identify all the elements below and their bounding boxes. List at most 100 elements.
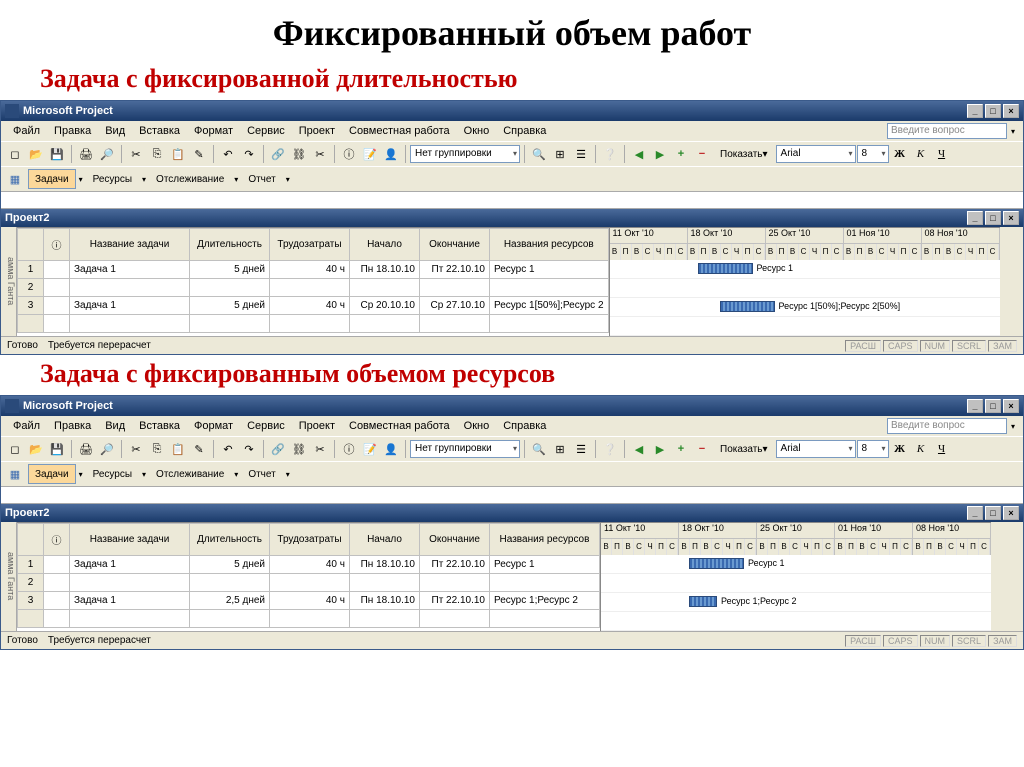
undo-button[interactable] [218,439,238,459]
new-button[interactable] [5,439,25,459]
menu-format[interactable]: Формат [188,123,239,139]
menu-view[interactable]: Вид [99,418,131,434]
table-row[interactable]: 2 [18,574,600,592]
zoom-button[interactable] [529,439,549,459]
menu-tools[interactable]: Сервис [241,418,291,434]
format-painter-button[interactable]: ✎ [189,439,209,459]
gantt-row[interactable]: Ресурс 1[50%];Ресурс 2[50%] [610,298,1000,317]
outdent-button[interactable] [629,439,649,459]
copy-button[interactable] [147,144,167,164]
save-button[interactable] [47,144,67,164]
views-list-icon[interactable]: ▦ [5,169,25,189]
doc-close-button[interactable]: × [1003,211,1019,225]
new-button[interactable] [5,144,25,164]
split-task-button[interactable]: ✂ [310,144,330,164]
menu-insert[interactable]: Вставка [133,123,186,139]
menu-edit[interactable]: Правка [48,418,97,434]
save-button[interactable] [47,439,67,459]
help-dropdown-icon[interactable]: ▾ [1009,422,1017,431]
collapse-button[interactable] [692,439,712,459]
menu-project[interactable]: Проект [293,418,341,434]
maximize-button[interactable]: □ [985,104,1001,118]
doc-title-bar[interactable]: Проект2 _ □ × [1,209,1023,227]
table-row[interactable] [18,610,600,628]
menu-collab[interactable]: Совместная работа [343,418,456,434]
assign-resources-button[interactable]: 👤 [381,144,401,164]
menu-help[interactable]: Справка [497,418,552,434]
print-preview-button[interactable]: 🔎 [97,439,117,459]
table-row[interactable]: 3Задача 15 дней40 чСр 20.10.10Ср 27.10.1… [18,297,609,315]
indent-button[interactable] [650,439,670,459]
table-row[interactable]: 1Задача 15 дней40 чПн 18.10.10Пт 22.10.1… [18,261,609,279]
table-row[interactable]: 3Задача 12,5 дней40 чПн 18.10.10Пт 22.10… [18,592,600,610]
gantt-chart[interactable]: 11 Окт '10ВПВСЧПС18 Окт '10ВПВСЧПС25 Окт… [610,228,1000,336]
resources-tab[interactable]: Ресурсы [86,464,139,484]
views-list-icon[interactable]: ▦ [5,464,25,484]
menu-file[interactable]: Файл [7,123,46,139]
copy-button[interactable] [147,439,167,459]
table-row[interactable] [18,315,609,333]
gantt-chart[interactable]: 11 Окт '10ВПВСЧПС18 Окт '10ВПВСЧПС25 Окт… [601,523,991,631]
tracking-tab[interactable]: Отслеживание [149,169,231,189]
gantt-row[interactable]: Ресурс 1 [610,260,1000,279]
indent-button[interactable] [650,144,670,164]
underline-button[interactable]: Ч [932,144,952,164]
cut-button[interactable] [126,144,146,164]
help-search-input[interactable]: Введите вопрос [887,418,1007,434]
open-button[interactable] [26,144,46,164]
menu-view[interactable]: Вид [99,123,131,139]
notes-button[interactable]: 📝 [360,144,380,164]
doc-close-button[interactable]: × [1003,506,1019,520]
gantt-row[interactable]: Ресурс 1 [601,555,991,574]
table-row[interactable]: 2 [18,279,609,297]
doc-maximize-button[interactable]: □ [985,506,1001,520]
show-button[interactable]: Показать▾ [713,144,775,164]
collapse-button[interactable] [692,144,712,164]
menu-collab[interactable]: Совместная работа [343,123,456,139]
notes-button[interactable]: 📝 [360,439,380,459]
unlink-tasks-button[interactable]: ⛓ [289,144,309,164]
gantt-bar[interactable] [689,596,717,607]
split-task-button[interactable]: ✂ [310,439,330,459]
doc-minimize-button[interactable]: _ [967,211,983,225]
paste-button[interactable] [168,144,188,164]
tracking-tab[interactable]: Отслеживание [149,464,231,484]
goto-task-button[interactable]: ⊞ [550,439,570,459]
tasks-tab[interactable]: Задачи [28,464,76,484]
print-preview-button[interactable]: 🔎 [97,144,117,164]
formula-bar[interactable] [1,191,1023,209]
bold-button[interactable]: Ж [890,439,910,459]
formula-bar[interactable] [1,486,1023,504]
italic-button[interactable]: К [911,144,931,164]
expand-button[interactable] [671,144,691,164]
report-tab[interactable]: Отчет [241,169,282,189]
task-grid[interactable]: ⓘНазвание задачиДлительностьТрудозатраты… [17,523,601,631]
tasks-tab[interactable]: Задачи [28,169,76,189]
help-icon[interactable]: ❔ [600,439,620,459]
underline-button[interactable]: Ч [932,439,952,459]
minimize-button[interactable]: _ [967,399,983,413]
report-tab[interactable]: Отчет [241,464,282,484]
goto-task-button[interactable]: ⊞ [550,144,570,164]
menu-tools[interactable]: Сервис [241,123,291,139]
font-size-combo[interactable]: 8 [857,440,889,458]
outdent-button[interactable] [629,144,649,164]
close-button[interactable]: × [1003,399,1019,413]
task-info-button[interactable]: ⓘ [339,439,359,459]
menu-help[interactable]: Справка [497,123,552,139]
menu-edit[interactable]: Правка [48,123,97,139]
task-grid[interactable]: ⓘНазвание задачиДлительностьТрудозатраты… [17,228,610,336]
unlink-tasks-button[interactable]: ⛓ [289,439,309,459]
help-dropdown-icon[interactable]: ▾ [1009,127,1017,136]
doc-maximize-button[interactable]: □ [985,211,1001,225]
bold-button[interactable]: Ж [890,144,910,164]
gantt-bar[interactable] [689,558,744,569]
font-size-combo[interactable]: 8 [857,145,889,163]
cut-button[interactable] [126,439,146,459]
italic-button[interactable]: К [911,439,931,459]
wbs-button[interactable]: ☰ [571,439,591,459]
minimize-button[interactable]: _ [967,104,983,118]
help-icon[interactable]: ❔ [600,144,620,164]
open-button[interactable] [26,439,46,459]
maximize-button[interactable]: □ [985,399,1001,413]
